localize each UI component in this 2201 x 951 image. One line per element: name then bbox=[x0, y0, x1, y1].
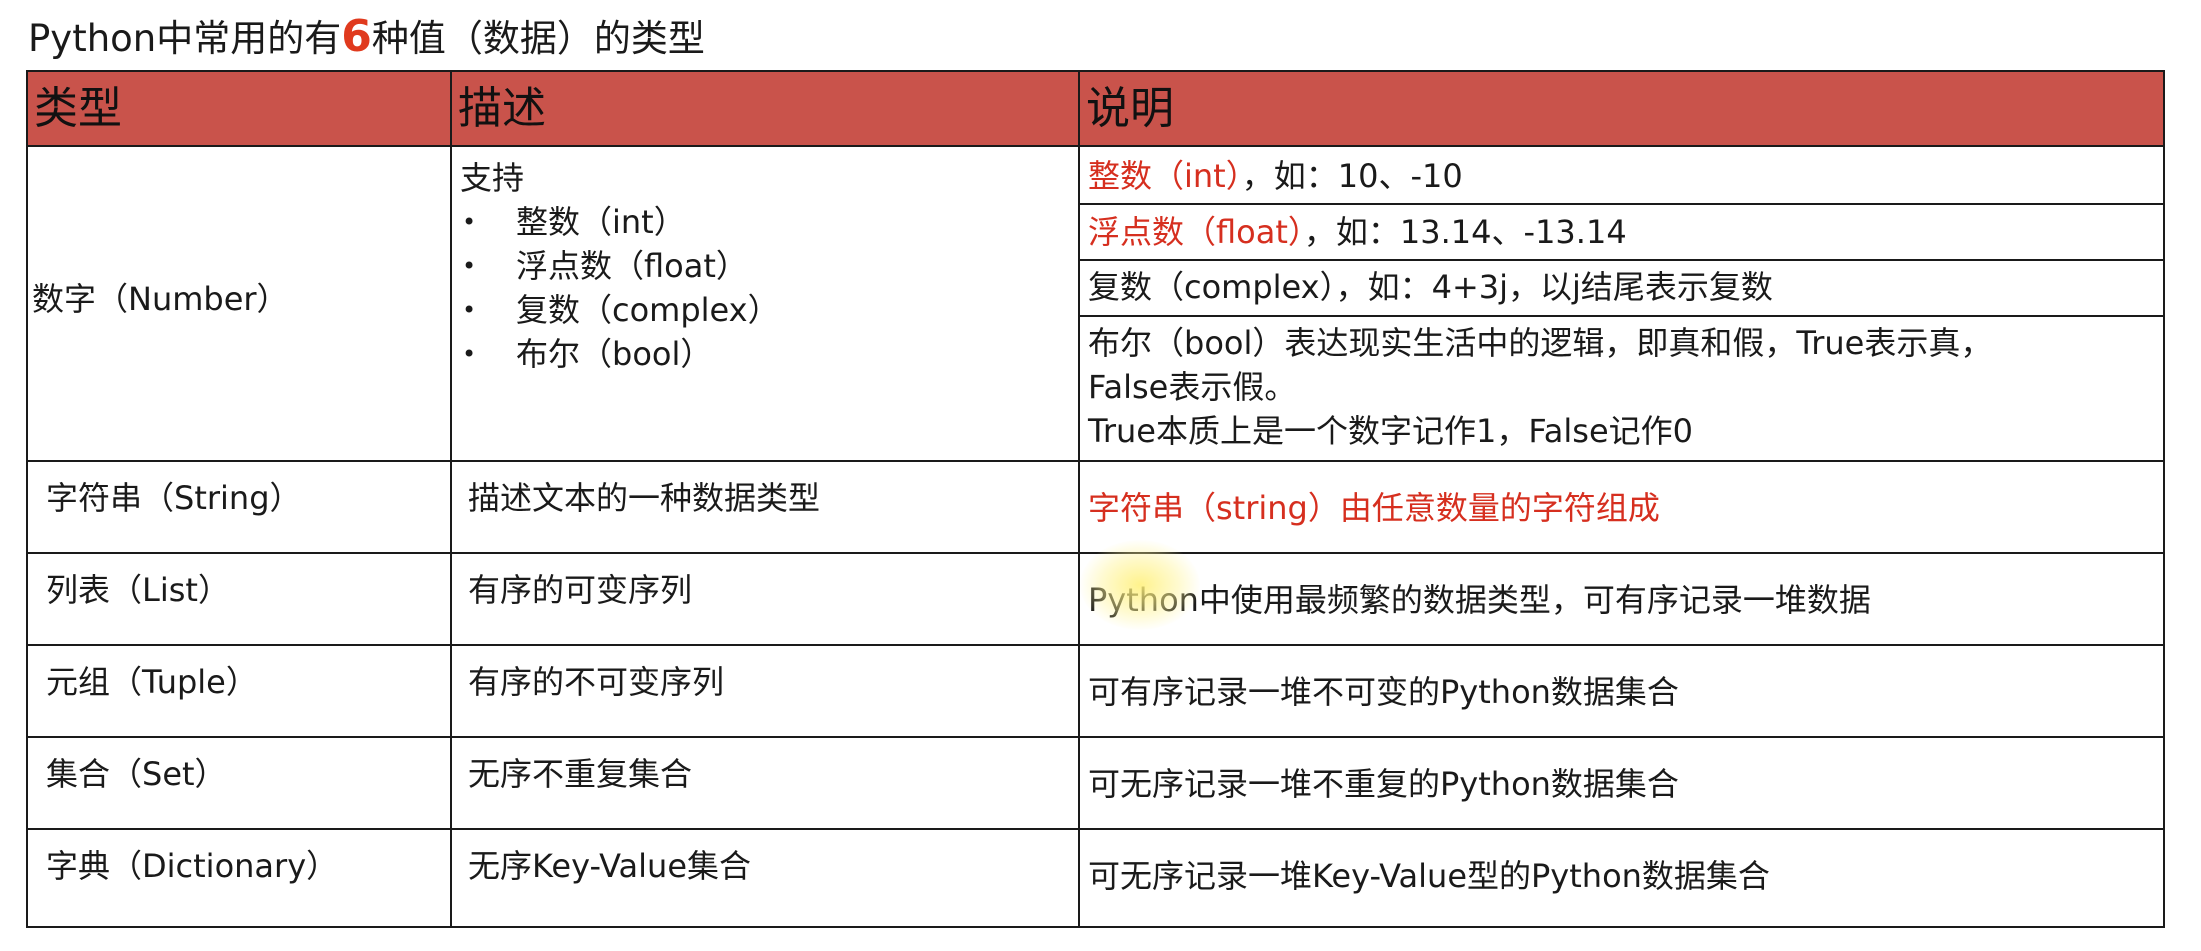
data-types-table: 类型 描述 说明 数字（Number） 支持 整数（int） 浮点数（float… bbox=[26, 70, 2165, 928]
note-bool-line2: False表示假。 bbox=[1088, 368, 1297, 406]
note-float-rest: ，如：13.14、-13.14 bbox=[1303, 213, 1627, 251]
number-type: 数字（Number） bbox=[32, 280, 289, 318]
row-divider bbox=[1078, 315, 2163, 317]
list-type: 列表（List） bbox=[46, 571, 230, 609]
note-bool-line1: 布尔（bool）表达现实生活中的逻辑，即真和假，True表示真， bbox=[1088, 324, 1993, 362]
row-divider bbox=[1078, 203, 2163, 205]
page-title: Python中常用的有6种值（数据）的类型 bbox=[28, 12, 705, 62]
column-divider bbox=[1078, 72, 1080, 926]
tuple-note: 可有序记录一堆不可变的Python数据集合 bbox=[1088, 673, 1679, 711]
row-divider bbox=[28, 828, 2163, 830]
row-divider bbox=[28, 644, 2163, 646]
list-note: Python中使用最频繁的数据类型，可有序记录一堆数据 bbox=[1088, 581, 1871, 619]
number-desc: 支持 整数（int） 浮点数（float） 复数（complex） 布尔（boo… bbox=[460, 156, 780, 376]
list-item: 浮点数（float） bbox=[460, 244, 780, 288]
note-float: 浮点数（float），如：13.14、-13.14 bbox=[1088, 210, 1627, 254]
note-bool: 布尔（bool）表达现实生活中的逻辑，即真和假，True表示真， False表示… bbox=[1088, 321, 1992, 453]
tuple-type: 元组（Tuple） bbox=[46, 663, 258, 701]
note-complex: 复数（complex），如：4+3j，以j结尾表示复数 bbox=[1088, 268, 1773, 306]
set-type: 集合（Set） bbox=[46, 755, 227, 793]
list-desc: 有序的可变序列 bbox=[468, 571, 693, 609]
list-item: 布尔（bool） bbox=[460, 332, 780, 376]
note-float-label: 浮点数（float） bbox=[1088, 213, 1304, 251]
title-suffix: 种值（数据）的类型 bbox=[371, 17, 705, 60]
number-desc-intro: 支持 bbox=[460, 159, 525, 197]
title-number: 6 bbox=[341, 11, 372, 62]
string-note: 字符串（string）由任意数量的字符组成 bbox=[1088, 489, 1660, 527]
string-type: 字符串（String） bbox=[46, 479, 302, 517]
set-desc: 无序不重复集合 bbox=[468, 755, 693, 793]
note-int: 整数（int），如：10、-10 bbox=[1088, 154, 1463, 198]
table-header: 类型 描述 说明 bbox=[28, 72, 2163, 147]
number-desc-list: 整数（int） 浮点数（float） 复数（complex） 布尔（bool） bbox=[460, 200, 780, 376]
list-item: 复数（complex） bbox=[460, 288, 780, 332]
row-divider bbox=[1078, 259, 2163, 261]
dict-desc: 无序Key-Value集合 bbox=[468, 847, 752, 885]
title-prefix: Python中常用的有 bbox=[28, 17, 342, 60]
note-bool-line3: True本质上是一个数字记作1，False记作0 bbox=[1088, 412, 1694, 450]
set-note: 可无序记录一堆不重复的Python数据集合 bbox=[1088, 765, 1679, 803]
string-desc: 描述文本的一种数据类型 bbox=[468, 479, 821, 517]
tuple-desc: 有序的不可变序列 bbox=[468, 663, 725, 701]
header-note: 说明 bbox=[1086, 83, 1174, 134]
list-item: 整数（int） bbox=[460, 200, 780, 244]
row-divider bbox=[28, 460, 2163, 462]
header-type: 类型 bbox=[34, 83, 122, 134]
column-divider bbox=[450, 72, 452, 926]
row-divider bbox=[28, 736, 2163, 738]
header-desc: 描述 bbox=[458, 83, 546, 134]
note-int-rest: ，如：10、-10 bbox=[1241, 157, 1463, 195]
dict-type: 字典（Dictionary） bbox=[46, 847, 339, 885]
dict-note: 可无序记录一堆Key-Value型的Python数据集合 bbox=[1088, 857, 1770, 895]
row-divider bbox=[28, 552, 2163, 554]
note-int-label: 整数（int） bbox=[1088, 157, 1242, 195]
